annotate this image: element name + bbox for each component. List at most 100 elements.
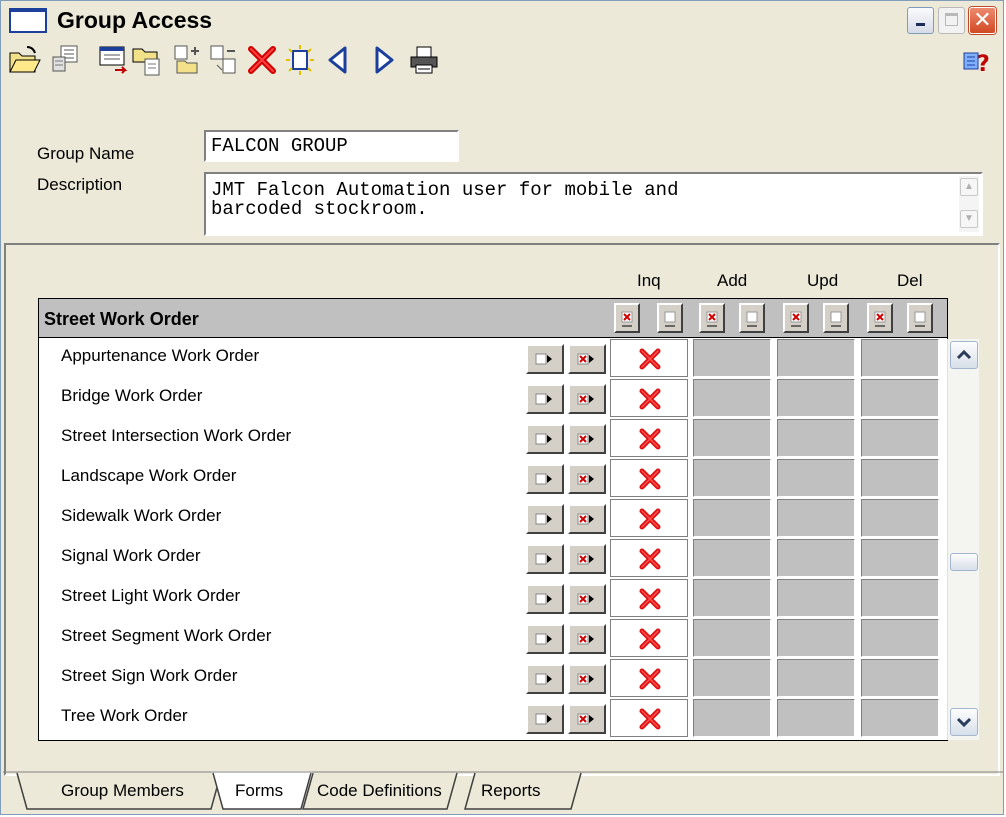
inq-checkbox[interactable]	[610, 659, 688, 697]
tab-forms[interactable]: Forms	[223, 773, 301, 809]
del-checkbox[interactable]	[861, 619, 939, 657]
print-icon[interactable]	[407, 43, 441, 77]
revoke-row-button[interactable]	[568, 584, 606, 614]
close-button[interactable]: ✕	[969, 7, 996, 34]
add-checkbox[interactable]	[693, 379, 771, 417]
grant-row-button[interactable]	[526, 584, 564, 614]
grant-row-button[interactable]	[526, 344, 564, 374]
upd-checkbox[interactable]	[777, 379, 855, 417]
upd-set-all-button[interactable]	[823, 303, 849, 333]
revoke-row-button[interactable]	[568, 344, 606, 374]
revoke-row-button[interactable]	[568, 544, 606, 574]
revoke-row-button[interactable]	[568, 464, 606, 494]
scroll-up-button[interactable]	[950, 341, 978, 369]
table-row[interactable]: Sidewalk Work Order	[39, 498, 947, 538]
add-checkbox[interactable]	[693, 579, 771, 617]
upd-checkbox[interactable]	[777, 659, 855, 697]
grid-scrollbar[interactable]	[947, 339, 979, 740]
upd-checkbox[interactable]	[777, 499, 855, 537]
upd-checkbox[interactable]	[777, 699, 855, 737]
group-name-field[interactable]: FALCON GROUP	[204, 130, 459, 162]
group-header[interactable]: Street Work Order	[38, 298, 948, 338]
form-view-icon[interactable]	[97, 43, 131, 77]
add-checkbox[interactable]	[693, 419, 771, 457]
del-checkbox[interactable]	[861, 419, 939, 457]
upd-checkbox[interactable]	[777, 579, 855, 617]
grant-row-button[interactable]	[526, 544, 564, 574]
grant-row-button[interactable]	[526, 504, 564, 534]
grant-row-button[interactable]	[526, 624, 564, 654]
revoke-row-button[interactable]	[568, 384, 606, 414]
next-icon[interactable]	[367, 43, 401, 77]
grant-row-button[interactable]	[526, 704, 564, 734]
table-row[interactable]: Street Light Work Order	[39, 578, 947, 618]
table-row[interactable]: Landscape Work Order	[39, 458, 947, 498]
new-page-icon[interactable]	[283, 43, 317, 77]
table-row[interactable]: Street Intersection Work Order	[39, 418, 947, 458]
previous-icon[interactable]	[321, 43, 355, 77]
open-folder-icon[interactable]	[7, 43, 41, 77]
inq-checkbox[interactable]	[610, 539, 688, 577]
table-row[interactable]: Bridge Work Order	[39, 378, 947, 418]
del-checkbox[interactable]	[861, 379, 939, 417]
open-to-record-icon[interactable]	[131, 43, 165, 77]
maximize-button[interactable]	[938, 7, 965, 34]
tab-code-definitions[interactable]: Code Definitions	[309, 773, 457, 809]
inq-checkbox[interactable]	[610, 699, 688, 737]
revoke-row-button[interactable]	[568, 664, 606, 694]
grant-row-button[interactable]	[526, 424, 564, 454]
table-row[interactable]: Signal Work Order	[39, 538, 947, 578]
scroll-up-icon[interactable]: ▲	[960, 178, 978, 196]
del-checkbox[interactable]	[861, 539, 939, 577]
table-row[interactable]: Appurtenance Work Order	[39, 338, 947, 378]
upd-checkbox[interactable]	[777, 419, 855, 457]
upd-checkbox[interactable]	[777, 459, 855, 497]
copy-record-icon[interactable]	[207, 43, 241, 77]
del-checkbox[interactable]	[861, 499, 939, 537]
upd-clear-all-button[interactable]	[783, 303, 809, 333]
add-checkbox[interactable]	[693, 499, 771, 537]
table-row[interactable]: Street Sign Work Order	[39, 658, 947, 698]
add-checkbox[interactable]	[693, 619, 771, 657]
inq-checkbox[interactable]	[610, 579, 688, 617]
table-row[interactable]: Street Segment Work Order	[39, 618, 947, 658]
upd-checkbox[interactable]	[777, 339, 855, 377]
scroll-down-button[interactable]	[950, 708, 978, 736]
inq-checkbox[interactable]	[610, 619, 688, 657]
del-checkbox[interactable]	[861, 699, 939, 737]
scroll-down-icon[interactable]: ▼	[960, 210, 978, 228]
revoke-row-button[interactable]	[568, 424, 606, 454]
add-checkbox[interactable]	[693, 699, 771, 737]
table-row[interactable]: Tree Work Order	[39, 698, 947, 738]
inq-checkbox[interactable]	[610, 499, 688, 537]
inq-checkbox[interactable]	[610, 419, 688, 457]
upd-checkbox[interactable]	[777, 539, 855, 577]
del-set-all-button[interactable]	[907, 303, 933, 333]
del-clear-all-button[interactable]	[867, 303, 893, 333]
revoke-row-button[interactable]	[568, 704, 606, 734]
revoke-row-button[interactable]	[568, 504, 606, 534]
add-checkbox[interactable]	[693, 539, 771, 577]
inq-checkbox[interactable]	[610, 379, 688, 417]
del-checkbox[interactable]	[861, 459, 939, 497]
tab-group-members[interactable]: Group Members	[25, 773, 211, 809]
delete-icon[interactable]	[245, 43, 279, 77]
grant-row-button[interactable]	[526, 664, 564, 694]
del-checkbox[interactable]	[861, 659, 939, 697]
minimize-button[interactable]	[907, 7, 934, 34]
inq-checkbox[interactable]	[610, 459, 688, 497]
tab-reports[interactable]: Reports	[471, 773, 579, 809]
inq-set-all-button[interactable]	[657, 303, 683, 333]
inq-checkbox[interactable]	[610, 339, 688, 377]
description-field[interactable]: JMT Falcon Automation user for mobile an…	[204, 172, 983, 236]
del-checkbox[interactable]	[861, 579, 939, 617]
revoke-row-button[interactable]	[568, 624, 606, 654]
inq-clear-all-button[interactable]	[614, 303, 640, 333]
del-checkbox[interactable]	[861, 339, 939, 377]
scroll-thumb[interactable]	[950, 553, 978, 571]
add-checkbox[interactable]	[693, 459, 771, 497]
add-clear-all-button[interactable]	[699, 303, 725, 333]
description-scrollbar[interactable]: ▲ ▼	[959, 176, 979, 232]
upd-checkbox[interactable]	[777, 619, 855, 657]
add-checkbox[interactable]	[693, 339, 771, 377]
